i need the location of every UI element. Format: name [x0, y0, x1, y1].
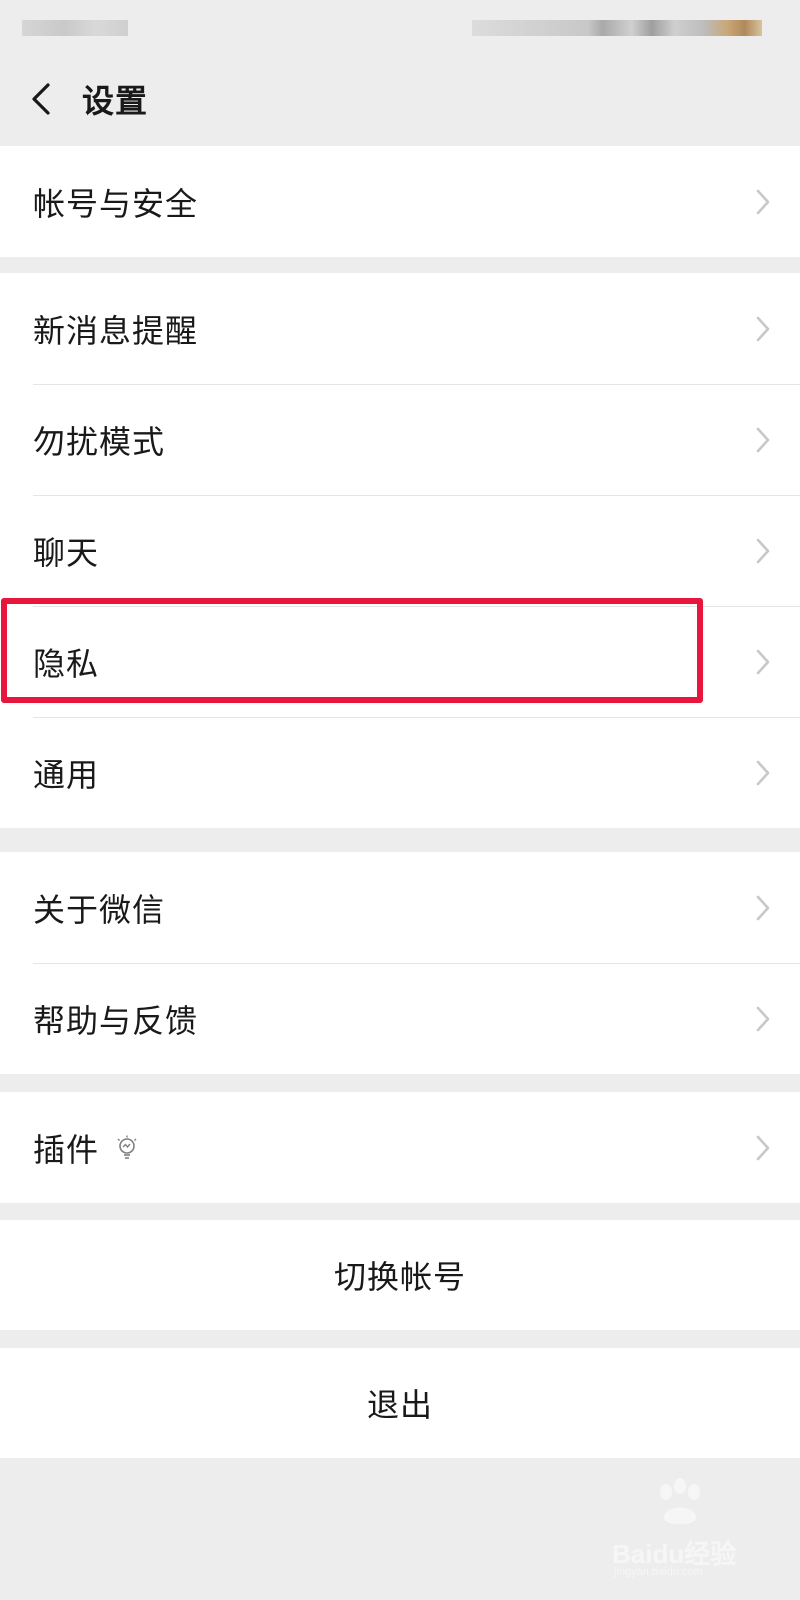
chevron-right-icon	[756, 427, 770, 452]
row-help-feedback[interactable]: 帮助与反馈	[0, 963, 800, 1074]
row-general[interactable]: 通用	[0, 717, 800, 828]
chevron-right-icon	[756, 649, 770, 674]
row-label: 隐私	[33, 644, 100, 683]
chevron-right-icon	[756, 895, 770, 920]
row-privacy[interactable]: 隐私	[0, 606, 800, 717]
paw-logo-icon	[660, 1478, 700, 1524]
chevron-right-icon	[756, 760, 770, 785]
status-blur-left	[22, 20, 128, 36]
row-plugins[interactable]: 插件	[0, 1092, 800, 1203]
row-label: 插件	[33, 1130, 100, 1169]
status-bar	[0, 0, 800, 52]
group-about: 关于微信 帮助与反馈	[0, 852, 800, 1074]
chevron-right-icon	[756, 316, 770, 341]
nav-header: 设置	[0, 52, 800, 146]
row-label: 聊天	[33, 533, 100, 572]
group-plugins: 插件	[0, 1092, 800, 1203]
chevron-right-icon	[756, 538, 770, 563]
group-main: 新消息提醒 勿扰模式 聊天 隐私 通用	[0, 273, 800, 828]
row-chat[interactable]: 聊天	[0, 495, 800, 606]
row-label: 通用	[33, 755, 100, 794]
watermark-domain: jingyan.baidu.com	[614, 1566, 703, 1578]
row-account-security[interactable]: 帐号与安全	[0, 146, 800, 257]
status-blur-right	[472, 20, 762, 36]
row-label: 新消息提醒	[33, 311, 199, 350]
row-new-message-notify[interactable]: 新消息提醒	[0, 273, 800, 384]
lightbulb-icon	[117, 1135, 137, 1159]
switch-account-label: 切换帐号	[333, 1258, 466, 1296]
chevron-right-icon	[756, 1006, 770, 1031]
chevron-right-icon	[756, 1135, 770, 1160]
row-do-not-disturb[interactable]: 勿扰模式	[0, 384, 800, 495]
watermark: Baidu经验 jingyan.baidu.com	[612, 1478, 762, 1578]
row-label: 帮助与反馈	[33, 1001, 199, 1040]
row-label: 关于微信	[33, 890, 166, 929]
logout-button[interactable]: 退出	[0, 1348, 800, 1458]
group-account: 帐号与安全	[0, 146, 800, 257]
chevron-left-icon	[32, 83, 50, 115]
row-label: 勿扰模式	[33, 422, 166, 461]
switch-account-button[interactable]: 切换帐号	[0, 1220, 800, 1330]
page-title: 设置	[82, 82, 149, 120]
back-button[interactable]	[6, 52, 76, 146]
chevron-right-icon	[756, 189, 770, 214]
row-about-wechat[interactable]: 关于微信	[0, 852, 800, 963]
logout-label: 退出	[366, 1386, 433, 1424]
row-label: 帐号与安全	[33, 184, 199, 223]
